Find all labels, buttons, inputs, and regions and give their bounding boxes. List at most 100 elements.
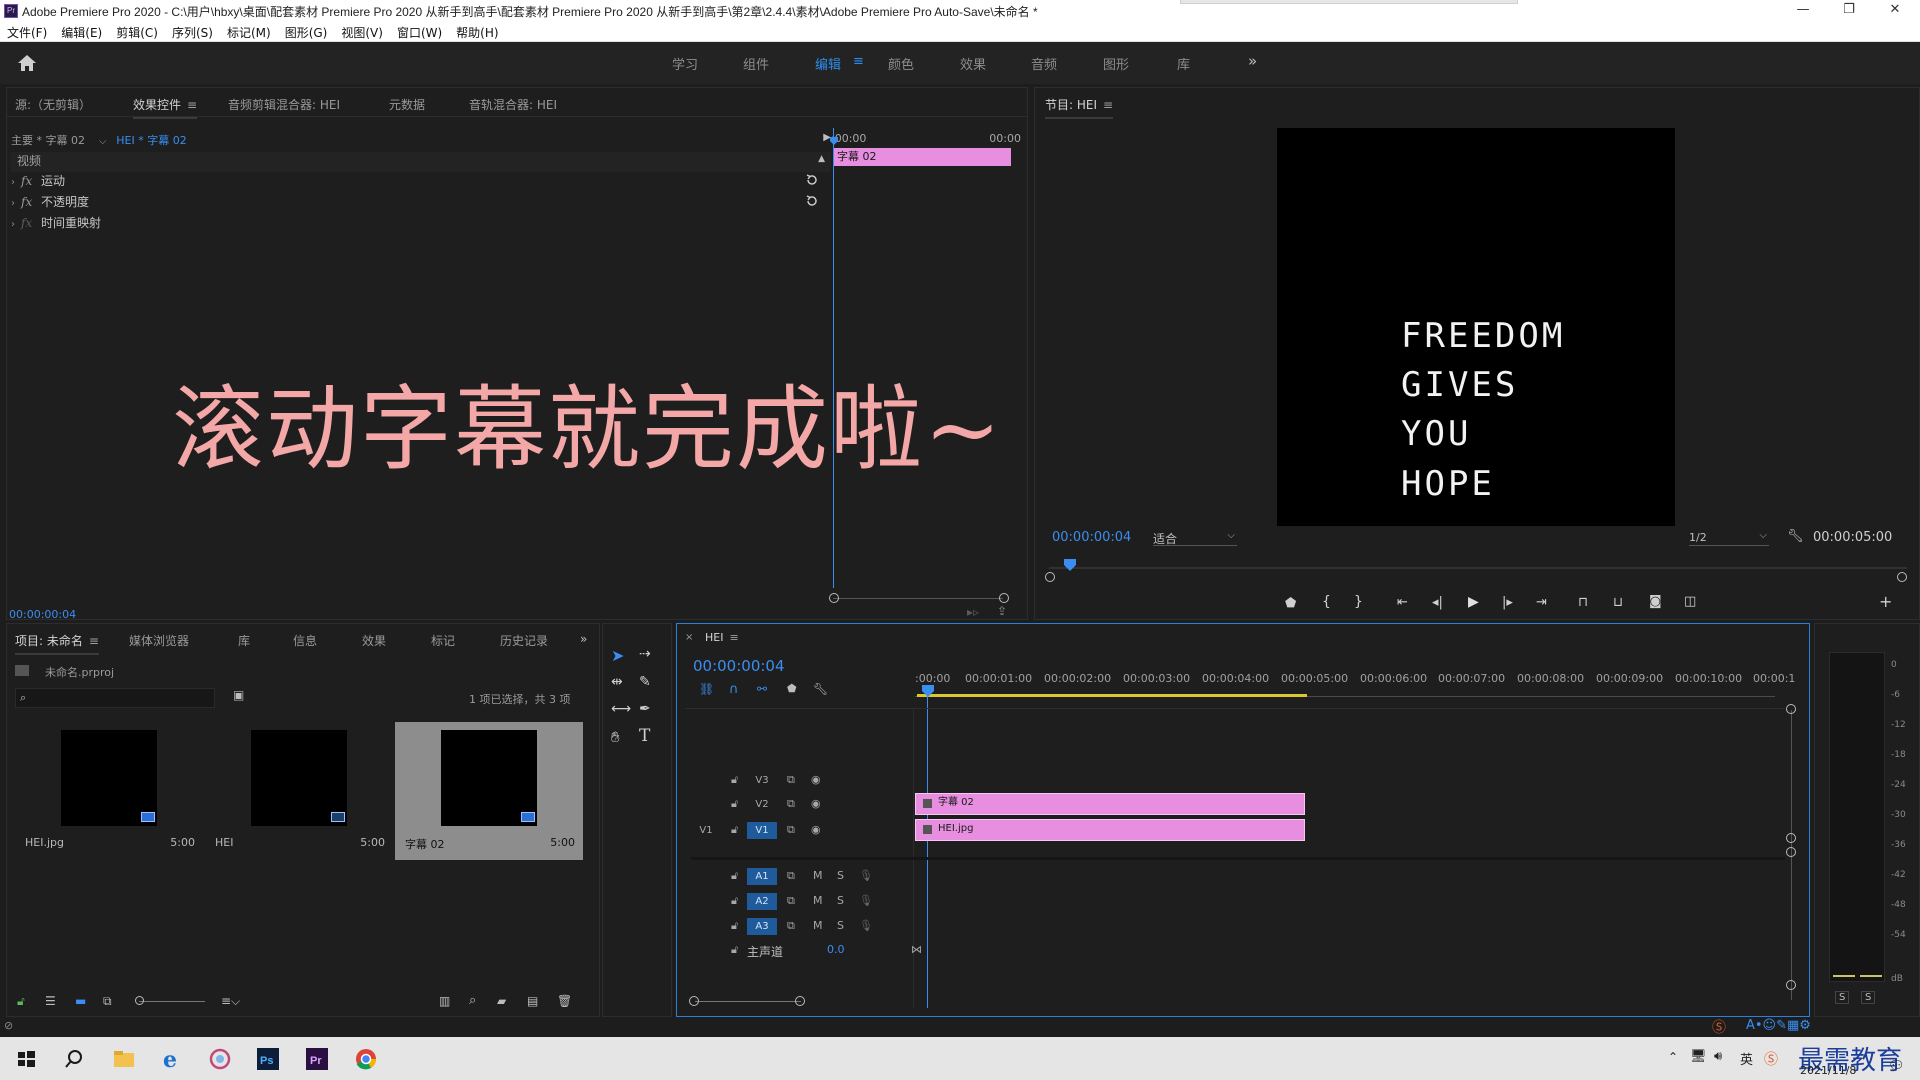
play-icon[interactable]: ▶ — [1468, 594, 1479, 610]
menu-file[interactable]: 文件(F) — [0, 22, 54, 43]
tab-libraries[interactable]: 库 — [238, 632, 250, 649]
sync-lock-icon[interactable]: ⧉ — [787, 919, 795, 933]
go-to-out-icon[interactable]: ⇥ — [1536, 595, 1547, 610]
workspace-tab-editing[interactable]: 编辑 — [815, 54, 841, 73]
lift-icon[interactable]: ⊓ — [1578, 595, 1588, 610]
sync-lock-icon[interactable]: ⧉ — [787, 869, 795, 883]
button-editor-plus-icon[interactable]: + — [1879, 592, 1892, 611]
track-a2[interactable]: 🔓︎ A2 ⧉ M S 🎙︎ — [691, 891, 923, 911]
eye-icon[interactable]: ◉ — [811, 773, 821, 786]
new-item-icon[interactable]: ▤ — [527, 994, 538, 1008]
source-patch[interactable]: V1 — [691, 822, 721, 839]
sync-lock-icon[interactable]: ⧉ — [787, 823, 795, 837]
scroll-handle-left[interactable] — [1045, 572, 1055, 582]
mic-icon[interactable]: 🎙︎ — [859, 919, 873, 932]
type-tool-icon[interactable]: T — [639, 726, 650, 746]
track-label[interactable]: V3 — [747, 772, 777, 789]
app-orb-icon[interactable] — [206, 1045, 234, 1073]
mute-button[interactable]: M — [813, 894, 823, 907]
workspace-tab-assembly[interactable]: 组件 — [743, 54, 769, 73]
workspace-tab-effects[interactable]: 效果 — [960, 54, 986, 73]
ime-s-icon[interactable]: Ⓢ — [1712, 1017, 1726, 1037]
step-forward-icon[interactable]: |▸ — [1502, 595, 1513, 610]
filter-play-icon[interactable]: ▸▹ — [967, 605, 979, 619]
expand-chevron-icon[interactable]: › — [11, 219, 21, 230]
lock-icon[interactable]: 🔓︎ — [731, 869, 738, 883]
effect-timecode[interactable]: 00:00:00:04 — [9, 608, 76, 621]
lock-icon[interactable]: 🔓︎ — [731, 823, 738, 837]
track-a3[interactable]: 🔓︎ A3 ⧉ M S 🎙︎ — [691, 916, 923, 936]
insert-overwrite-icon[interactable]: ⛓ — [699, 682, 714, 696]
scroll-handle-bottom[interactable] — [1786, 980, 1796, 990]
pen-tool-icon[interactable]: ✒ — [639, 701, 651, 717]
photoshop-icon[interactable]: Ps — [254, 1045, 282, 1073]
workspace-tab-libraries[interactable]: 库 — [1177, 54, 1190, 73]
hand-tool-icon[interactable]: ✋︎ — [611, 728, 620, 746]
workspace-tab-audio[interactable]: 音频 — [1031, 54, 1057, 73]
export-icon[interactable]: ⇪ — [997, 604, 1007, 618]
selection-tool-icon[interactable]: ➤ — [611, 646, 624, 665]
snap-icon[interactable]: ∩ — [729, 682, 739, 697]
chevron-down-icon[interactable]: ⌵ — [99, 136, 107, 147]
scroll-handle-right[interactable] — [795, 996, 805, 1006]
fx-icon[interactable]: fx — [21, 195, 41, 209]
tray-chevron-up-icon[interactable]: ⌃ — [1668, 1050, 1678, 1064]
tab-effect-controls[interactable]: 效果控件 ≡ — [133, 96, 198, 119]
list-view-icon[interactable]: ☰ — [45, 994, 56, 1008]
volume-icon[interactable]: 🔊︎ — [1714, 1049, 1722, 1064]
search-icon[interactable] — [60, 1045, 88, 1073]
mark-out-icon[interactable]: } — [1354, 594, 1363, 610]
effect-clip-bar[interactable]: 字幕 02 — [833, 148, 1011, 166]
close-tab-icon[interactable]: × — [685, 632, 693, 643]
tab-history[interactable]: 历史记录 — [500, 632, 548, 649]
scroll-handle-mid[interactable] — [1786, 833, 1796, 843]
track-select-tool-icon[interactable]: ⇢ — [639, 646, 651, 662]
sequence-clip-link[interactable]: HEI * 字幕 02 — [116, 134, 186, 147]
workspace-overflow-icon[interactable]: » — [1248, 52, 1257, 70]
edge-browser-icon[interactable]: e — [158, 1045, 186, 1073]
ripple-edit-tool-icon[interactable]: ⇹ — [611, 674, 623, 690]
resolution-dropdown[interactable]: 1/2 ⌵ — [1689, 530, 1769, 546]
find-icon[interactable]: ⌕ — [469, 993, 476, 1008]
tab-metadata[interactable]: 元数据 — [389, 96, 425, 113]
expand-chevron-icon[interactable]: › — [11, 198, 21, 209]
tab-audio-track-mixer[interactable]: 音轨混合器: HEI — [469, 96, 557, 113]
tab-markers[interactable]: 标记 — [431, 632, 455, 649]
wrench-icon[interactable]: 🔧︎ — [813, 682, 828, 696]
timeline-h-scrollbar[interactable] — [695, 1001, 801, 1002]
project-item[interactable]: HEI 5:00 — [205, 722, 393, 860]
lock-icon[interactable]: 🔓︎ — [731, 797, 738, 811]
expand-chevron-icon[interactable]: › — [11, 177, 21, 188]
panel-menu-icon[interactable]: ≡ — [187, 98, 197, 112]
source-patch[interactable] — [691, 796, 721, 813]
track-label[interactable]: A3 — [747, 918, 777, 935]
workspace-tab-graphics[interactable]: 图形 — [1103, 54, 1129, 73]
tab-project[interactable]: 项目: 未命名 ≡ — [15, 632, 99, 655]
step-back-icon[interactable]: ◂| — [1432, 595, 1443, 610]
scroll-handle-right[interactable] — [999, 593, 1009, 603]
track-label[interactable]: V1 — [747, 822, 777, 839]
menu-graphics[interactable]: 图形(G) — [278, 22, 335, 43]
scroll-handle-left[interactable] — [689, 996, 699, 1006]
mic-icon[interactable]: 🎙︎ — [859, 869, 873, 882]
menu-marker[interactable]: 标记(M) — [220, 22, 278, 43]
project-item[interactable]: HEI.jpg 5:00 — [15, 722, 203, 860]
track-label[interactable]: A1 — [747, 868, 777, 885]
sogou-icon[interactable]: Ⓢ — [1764, 1049, 1778, 1069]
lock-icon[interactable]: 🔓︎ — [731, 773, 738, 787]
timeline-tab[interactable]: HEI ≡ — [705, 631, 739, 644]
menu-help[interactable]: 帮助(H) — [449, 22, 505, 43]
sort-icon[interactable]: ≡⌵ — [221, 994, 240, 1009]
tab-program[interactable]: 节目: HEI ≡ — [1045, 96, 1114, 119]
file-explorer-icon[interactable] — [110, 1045, 138, 1073]
solo-left-button[interactable]: S — [1835, 991, 1850, 1004]
close-button[interactable]: ✕ — [1872, 0, 1918, 22]
scroll-handle-mid[interactable] — [1786, 847, 1796, 857]
network-icon[interactable]: 🖥︎ — [1690, 1049, 1707, 1064]
timeline-playhead-icon[interactable] — [921, 684, 935, 698]
automate-to-sequence-icon[interactable]: ▥ — [439, 994, 450, 1008]
project-item-selected[interactable]: 字幕 02 5:00 — [395, 722, 583, 860]
fit-dropdown[interactable]: 适合 ⌵ — [1153, 530, 1237, 546]
razor-tool-icon[interactable]: ✎ — [639, 674, 651, 690]
add-marker-icon[interactable]: ⬟ — [787, 682, 797, 695]
